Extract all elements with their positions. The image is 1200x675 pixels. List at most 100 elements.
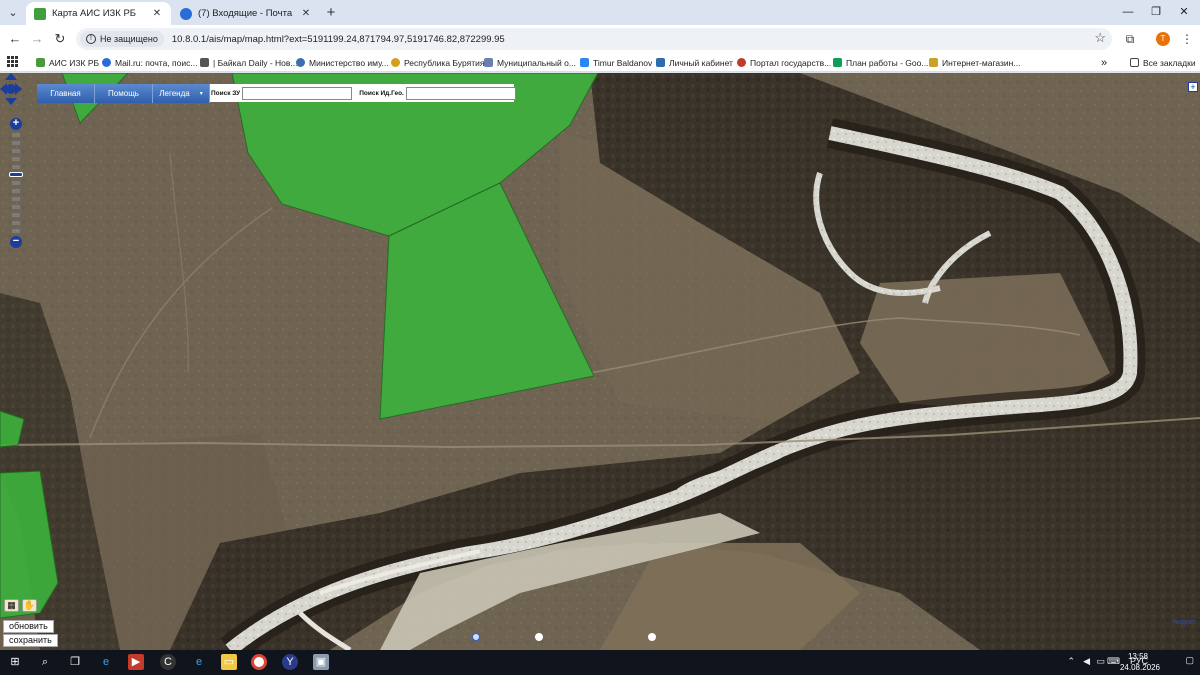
bookmark-star-icon[interactable]: ☆: [1094, 30, 1106, 46]
more-bookmarks-button[interactable]: »: [1101, 55, 1107, 70]
bookmark-icon: [484, 58, 493, 67]
bookmark-label: Министерство иму...: [309, 57, 389, 68]
bookmark-label: Интернет-магазин...: [942, 57, 1021, 68]
bookmark-item[interactable]: | Байкал Daily - Нов...: [200, 55, 298, 70]
bookmark-icon: [929, 58, 938, 67]
tab-mail[interactable]: (7) Входящие - Почта Mail ✕: [172, 2, 320, 25]
kebab-menu-icon[interactable]: ⋮: [1178, 30, 1196, 48]
bookmark-label: Timur Baldanov: [593, 57, 653, 68]
start-windows-icon[interactable]: ⊞: [7, 654, 23, 670]
satellite-imagery: [0, 73, 1200, 650]
ime-icon[interactable]: ⌨: [1107, 656, 1120, 667]
menu-home-button[interactable]: Главная: [37, 84, 95, 103]
pan-down-icon: [5, 98, 17, 105]
reload-button[interactable]: ↻: [50, 30, 70, 48]
search-zu-label: Поиск ЗУ: [211, 89, 241, 97]
close-tab-icon[interactable]: ✕: [151, 8, 163, 19]
forward-button[interactable]: →: [27, 30, 47, 48]
browser-app-icon[interactable]: C: [160, 654, 176, 670]
carousel-dot[interactable]: [535, 633, 543, 641]
map-attribution[interactable]: Яндекс: [1172, 619, 1196, 626]
bookmark-item[interactable]: План работы - Goo...: [833, 55, 928, 70]
all-bookmarks-label: Все закладки: [1143, 57, 1196, 68]
carousel-dot-active[interactable]: [472, 633, 480, 641]
map-canvas[interactable]: + − Главная Помощь Легенда ▾ Поиск ЗУ По…: [0, 73, 1200, 650]
search-zu-input[interactable]: [242, 86, 353, 100]
clock-date[interactable]: 24.08.2026: [1120, 663, 1160, 672]
refresh-button[interactable]: обновить: [3, 620, 54, 633]
menu-legend-button[interactable]: Легенда ▾: [153, 84, 210, 103]
tab-search-icon[interactable]: ⌄: [4, 4, 22, 22]
bookmark-icon: [102, 58, 111, 67]
chevron-up-icon[interactable]: ⌃: [1067, 656, 1075, 667]
pan-control[interactable]: [0, 73, 22, 105]
tab-map[interactable]: Карта АИС ИЗК РБ ✕: [26, 2, 171, 25]
carousel-dot[interactable]: [648, 633, 656, 641]
bookmark-item[interactable]: Муниципальный о...: [484, 55, 576, 70]
mail-icon: [180, 7, 192, 20]
apps-grid-icon[interactable]: [7, 56, 18, 67]
bookmark-item[interactable]: Интернет-магазин...: [929, 55, 1020, 70]
bookmark-label: Mail.ru: почта, поис...: [115, 57, 198, 68]
green-globe-icon: [34, 7, 46, 20]
clock-time[interactable]: 13:58: [1128, 652, 1148, 661]
yandex-browser-icon[interactable]: Y: [282, 654, 298, 670]
notifications-icon[interactable]: ▢: [1185, 655, 1194, 666]
close-tab-icon[interactable]: ✕: [300, 8, 312, 19]
address-bar[interactable]: ! Не защищено 10.8.0.1/ais/map/map.html?…: [76, 28, 1112, 50]
url-text[interactable]: 10.8.0.1/ais/map/map.html?ext=5191199.24…: [172, 34, 505, 45]
tab-title: Карта АИС ИЗК РБ: [52, 8, 137, 19]
bookmark-label: План работы - Goo...: [846, 57, 929, 68]
zoom-control[interactable]: + −: [9, 118, 23, 248]
bookmark-item[interactable]: Портал государств...: [737, 55, 831, 70]
back-button[interactable]: ←: [5, 30, 25, 48]
all-bookmarks-button[interactable]: Все закладки: [1130, 55, 1196, 70]
app-icon[interactable]: ▶: [128, 654, 144, 670]
volume-icon[interactable]: ◀: [1083, 656, 1090, 667]
hand-tool-icon[interactable]: ✋: [22, 599, 37, 612]
bookmark-item[interactable]: Mail.ru: почта, поис...: [102, 55, 197, 70]
bookmark-label: АИС ИЗК РБ: [49, 57, 100, 68]
minimize-button[interactable]: —: [1114, 2, 1142, 22]
zoom-in-button[interactable]: +: [10, 118, 22, 130]
extensions-icon[interactable]: ⧉: [1121, 30, 1139, 48]
vk-icon: [580, 58, 589, 67]
security-chip[interactable]: ! Не защищено: [80, 31, 164, 47]
search-icon[interactable]: ⌕: [37, 654, 53, 670]
bookmark-item[interactable]: Республика Бурятия: [391, 55, 484, 70]
sheets-icon: [833, 58, 842, 67]
os-taskbar: ⊞ ⌕ ❐ e ▶ C e ▭ Y ▣ ⌃ ◀ ▭ ⌨ РУС 13:58 24…: [0, 650, 1200, 675]
save-button[interactable]: сохранить: [3, 634, 58, 647]
bookmark-icon: [737, 58, 746, 67]
warning-icon: !: [86, 34, 96, 44]
bookmark-icon: [656, 58, 665, 67]
task-view-icon[interactable]: ❐: [67, 654, 83, 670]
pan-up-icon: [5, 73, 17, 80]
edge-icon[interactable]: e: [98, 654, 114, 670]
bookmark-item[interactable]: Министерство иму...: [296, 55, 389, 70]
bookmark-icon: [200, 58, 209, 67]
map-menu-bar: Главная Помощь Легенда ▾: [37, 84, 210, 103]
bookmarks-bar: АИС ИЗК РБ Mail.ru: почта, поис... | Бай…: [0, 53, 1200, 72]
bookmark-item[interactable]: Timur Baldanov: [580, 55, 652, 70]
profile-avatar[interactable]: T: [1156, 32, 1170, 46]
ie-icon[interactable]: e: [191, 654, 207, 670]
new-tab-button[interactable]: +: [322, 4, 340, 22]
folder-icon: [1130, 58, 1139, 67]
security-label: Не защищено: [100, 34, 158, 44]
close-window-button[interactable]: ✕: [1170, 2, 1198, 22]
menu-help-button[interactable]: Помощь: [95, 84, 153, 103]
restore-button[interactable]: ❐: [1142, 2, 1170, 22]
search-geo-input[interactable]: [405, 86, 516, 100]
zoom-out-button[interactable]: −: [10, 236, 22, 248]
network-icon[interactable]: ▭: [1096, 656, 1105, 667]
file-explorer-icon[interactable]: ▭: [221, 654, 237, 670]
zoom-slider[interactable]: [9, 172, 23, 177]
search-panel: Поиск ЗУ Поиск Ид.Гео.: [210, 84, 516, 102]
map-layer-icon[interactable]: ▦: [4, 599, 19, 612]
bookmark-item[interactable]: Личный кабинет: [656, 55, 733, 70]
layer-switcher-icon[interactable]: +: [1188, 82, 1198, 92]
app-icon[interactable]: ▣: [313, 654, 329, 670]
chrome-icon[interactable]: [251, 654, 267, 670]
bookmark-item[interactable]: АИС ИЗК РБ: [36, 55, 99, 70]
